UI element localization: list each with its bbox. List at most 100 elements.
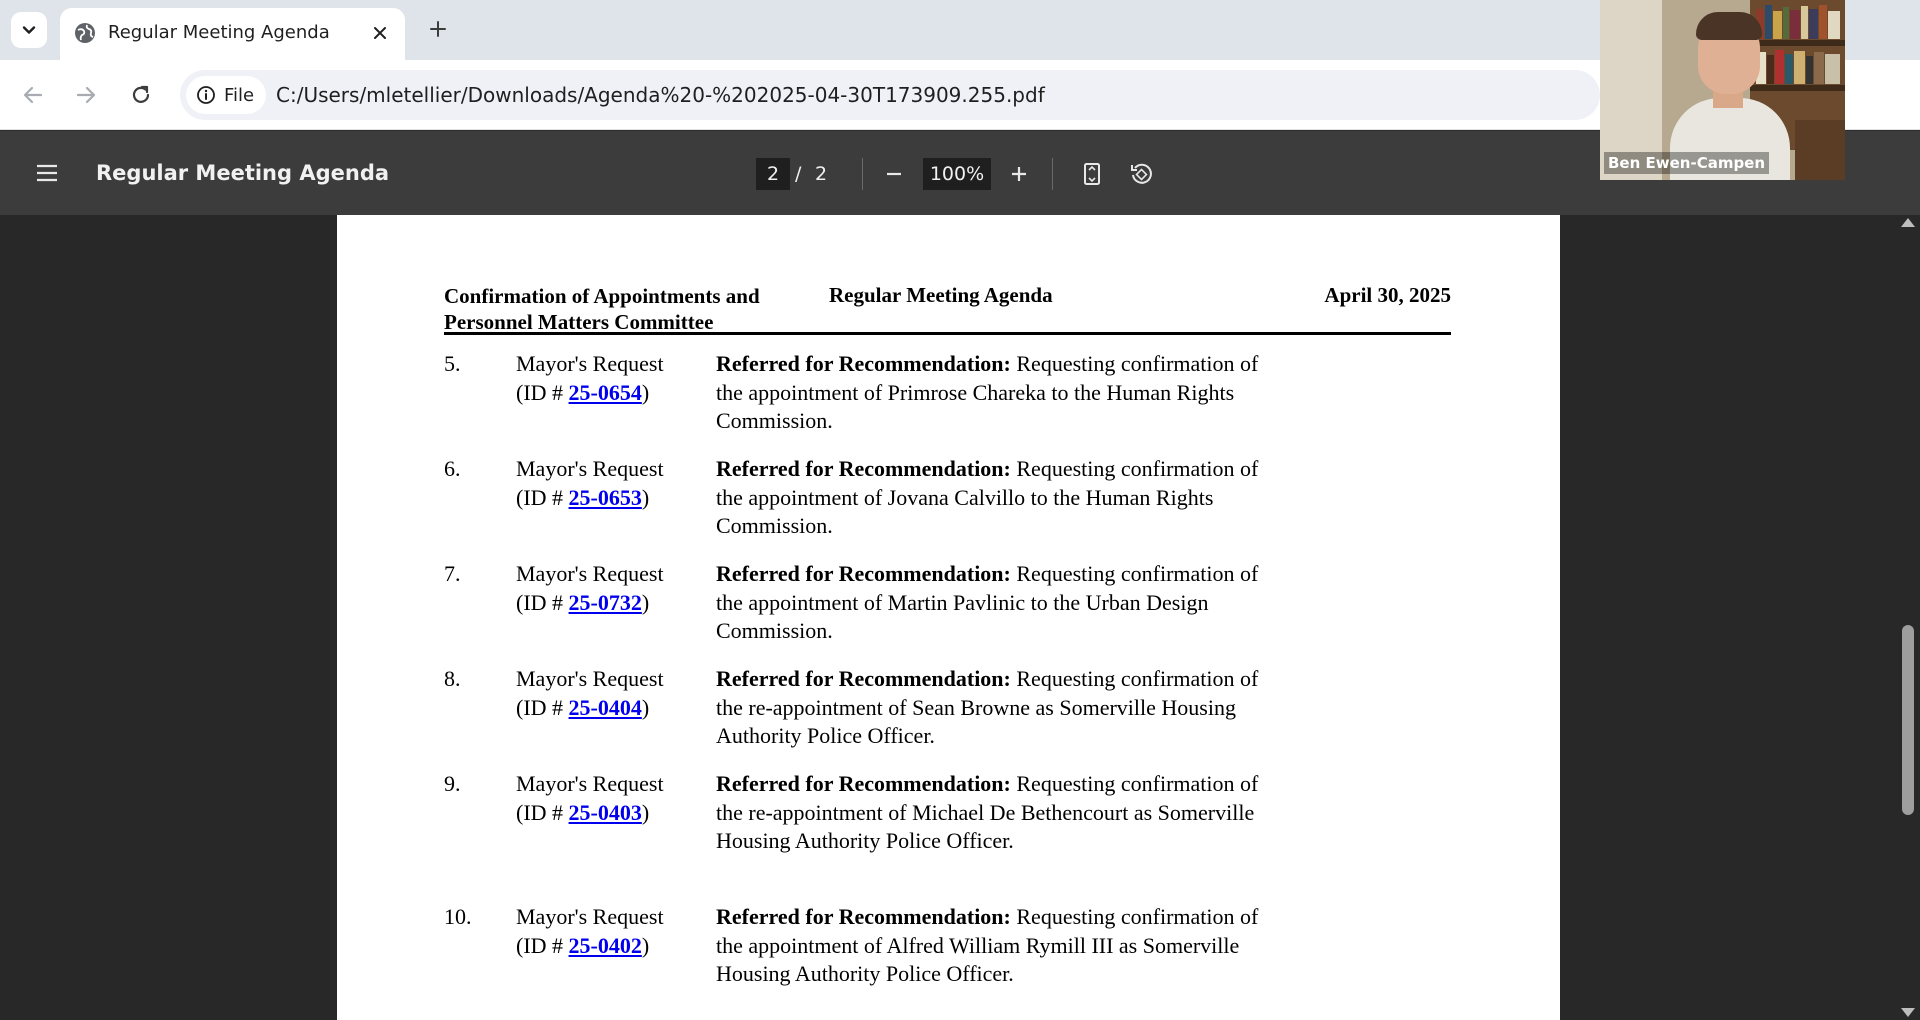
fit-page-icon [1084, 163, 1100, 185]
item-id-link[interactable]: 25-0404 [569, 695, 642, 720]
item-description: Referred for Recommendation: Requesting … [716, 560, 1276, 646]
url-text[interactable]: C:/Users/mletellier/Downloads/Agenda%20-… [276, 83, 1045, 107]
item-request: Mayor's Request (ID # 25-0403) [516, 770, 716, 827]
reload-icon [132, 85, 150, 103]
item-number: 6. [444, 456, 461, 481]
zoom-in-button[interactable] [1000, 155, 1038, 193]
id-suffix: ) [641, 589, 650, 615]
request-id-line: (ID # 25-0654) [516, 379, 716, 408]
scroll-thumb[interactable] [1902, 625, 1914, 815]
request-id-line: (ID # 25-0653) [516, 484, 716, 513]
hamburger-icon [37, 164, 57, 182]
request-type: Mayor's Request [516, 904, 664, 929]
pdf-title: Regular Meeting Agenda [96, 161, 390, 185]
item-number: 8. [444, 666, 461, 691]
video-shelf-board [1750, 85, 1845, 91]
rotate-icon [1131, 163, 1152, 184]
id-suffix: ) [641, 484, 650, 510]
plus-icon [430, 21, 446, 37]
item-description: Referred for Recommendation: Requesting … [716, 770, 1276, 856]
tab-title: Regular Meeting Agenda [108, 22, 330, 43]
back-button[interactable] [16, 78, 50, 112]
item-id-link[interactable]: 25-0732 [569, 590, 642, 615]
arrow-left-icon [23, 86, 43, 104]
request-type: Mayor's Request [516, 771, 664, 796]
committee-name: Confirmation of Appointments and Personn… [444, 283, 760, 335]
participant-name: Ben Ewen-Campen [1604, 152, 1770, 174]
item-number: 10. [444, 904, 472, 929]
scheme-label: File [224, 84, 255, 106]
id-prefix: (ID # [516, 799, 569, 825]
request-id-line: (ID # 25-0402) [516, 932, 716, 961]
close-icon [374, 27, 386, 39]
item-lead: Referred for Recommendation: [716, 456, 1011, 481]
address-bar[interactable]: File C:/Users/mletellier/Downloads/Agend… [180, 70, 1600, 120]
video-books [1756, 5, 1840, 39]
id-prefix: (ID # [516, 694, 569, 720]
video-books [1756, 50, 1840, 84]
video-call-overlay[interactable]: Ben Ewen-Campen [1600, 0, 1845, 180]
item-request: Mayor's Request (ID # 25-0653) [516, 455, 716, 512]
video-person-hair [1696, 12, 1762, 40]
item-id-link[interactable]: 25-0654 [569, 380, 642, 405]
site-info-chip[interactable]: File [186, 76, 267, 114]
agenda-date: April 30, 2025 [1324, 283, 1451, 307]
page-separator: / [795, 163, 802, 185]
agenda-title: Regular Meeting Agenda [829, 283, 1053, 307]
id-prefix: (ID # [516, 379, 569, 405]
item-request: Mayor's Request (ID # 25-0402) [516, 903, 716, 960]
item-lead: Referred for Recommendation: [716, 666, 1011, 691]
id-suffix: ) [641, 932, 650, 958]
item-id-link[interactable]: 25-0403 [569, 800, 642, 825]
item-request: Mayor's Request (ID # 25-0732) [516, 560, 716, 617]
item-id-link[interactable]: 25-0402 [569, 933, 642, 958]
request-id-line: (ID # 25-0404) [516, 694, 716, 723]
rotate-button[interactable] [1122, 155, 1160, 193]
chevron-down-icon [22, 26, 36, 34]
pdf-page: Confirmation of Appointments and Personn… [337, 215, 1560, 1020]
item-request: Mayor's Request (ID # 25-0654) [516, 350, 716, 407]
id-suffix: ) [641, 379, 650, 405]
pdf-menu-button[interactable] [30, 156, 64, 190]
zoom-level-input[interactable]: 100% [923, 158, 991, 190]
item-description: Referred for Recommendation: Requesting … [716, 665, 1276, 751]
id-suffix: ) [641, 694, 650, 720]
request-type: Mayor's Request [516, 561, 664, 586]
plus-icon [1012, 167, 1026, 181]
video-desk [1795, 120, 1845, 180]
forward-button[interactable] [69, 78, 103, 112]
id-prefix: (ID # [516, 484, 569, 510]
item-id-link[interactable]: 25-0653 [569, 485, 642, 510]
request-type: Mayor's Request [516, 666, 664, 691]
browser-tab[interactable]: Regular Meeting Agenda [60, 8, 405, 60]
item-description: Referred for Recommendation: Requesting … [716, 455, 1276, 541]
item-request: Mayor's Request (ID # 25-0404) [516, 665, 716, 722]
request-type: Mayor's Request [516, 351, 664, 376]
item-lead: Referred for Recommendation: [716, 561, 1011, 586]
scroll-up-arrow-icon[interactable] [1901, 218, 1915, 227]
toolbar-divider [1052, 158, 1053, 190]
header-rule [444, 332, 1451, 335]
new-tab-button[interactable] [423, 14, 453, 44]
item-description: Referred for Recommendation: Requesting … [716, 903, 1276, 989]
tab-search-button[interactable] [11, 12, 47, 48]
item-lead: Referred for Recommendation: [716, 351, 1011, 376]
page-number-input[interactable]: 2 [756, 158, 790, 190]
arrow-right-icon [76, 86, 96, 104]
tab-close-button[interactable] [367, 20, 393, 46]
scroll-down-arrow-icon[interactable] [1901, 1008, 1915, 1017]
request-type: Mayor's Request [516, 456, 664, 481]
total-pages: 2 [815, 163, 828, 185]
vertical-scrollbar[interactable] [1896, 215, 1920, 1020]
id-prefix: (ID # [516, 932, 569, 958]
fit-page-button[interactable] [1073, 155, 1111, 193]
item-number: 9. [444, 771, 461, 796]
zoom-out-button[interactable] [875, 155, 913, 193]
item-description: Referred for Recommendation: Requesting … [716, 350, 1276, 436]
item-lead: Referred for Recommendation: [716, 771, 1011, 796]
request-id-line: (ID # 25-0732) [516, 589, 716, 618]
pdf-viewer[interactable]: Confirmation of Appointments and Personn… [0, 215, 1920, 1020]
minus-icon [887, 172, 901, 176]
committee-name-line1: Confirmation of Appointments and [444, 284, 760, 308]
reload-button[interactable] [124, 78, 158, 112]
